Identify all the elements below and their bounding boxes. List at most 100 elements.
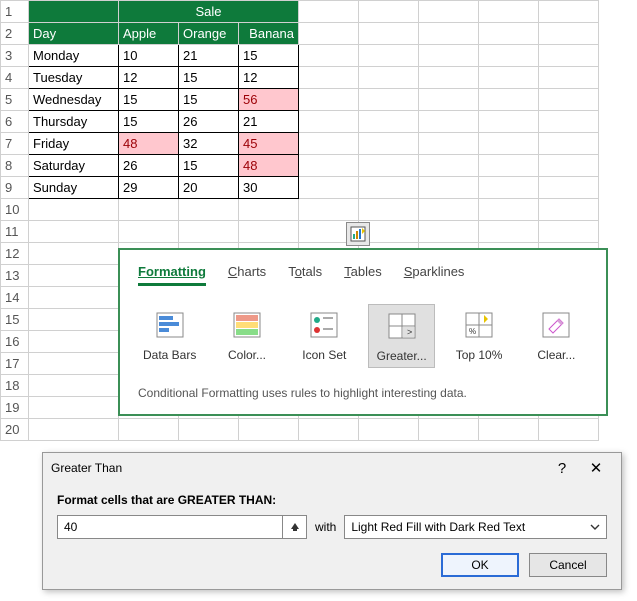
cell[interactable] bbox=[29, 1, 119, 23]
cell[interactable] bbox=[239, 419, 299, 441]
tab-tables[interactable]: Tables bbox=[344, 264, 382, 286]
cell[interactable] bbox=[359, 67, 419, 89]
qa-item-clear[interactable]: Clear... bbox=[523, 304, 590, 368]
tab-sparklines[interactable]: Sparklines bbox=[404, 264, 465, 286]
qa-item-top10[interactable]: % Top 10% bbox=[445, 304, 512, 368]
cell[interactable] bbox=[299, 45, 359, 67]
qa-item-greater[interactable]: > Greater... bbox=[368, 304, 435, 368]
row-header[interactable]: 17 bbox=[1, 353, 29, 375]
cell-banana[interactable]: 56 bbox=[239, 89, 299, 111]
quick-analysis-button[interactable] bbox=[346, 222, 370, 246]
cell[interactable] bbox=[419, 133, 479, 155]
cell[interactable] bbox=[29, 309, 119, 331]
cell[interactable] bbox=[479, 111, 539, 133]
cell[interactable] bbox=[359, 177, 419, 199]
cell-orange[interactable]: 15 bbox=[179, 89, 239, 111]
cell[interactable] bbox=[539, 89, 599, 111]
dialog-close-button[interactable]: ✕ bbox=[579, 459, 613, 477]
cell[interactable] bbox=[29, 287, 119, 309]
cell[interactable] bbox=[479, 133, 539, 155]
cell[interactable] bbox=[419, 419, 479, 441]
cell[interactable] bbox=[29, 353, 119, 375]
dialog-help-button[interactable]: ? bbox=[545, 460, 579, 477]
cell-apple[interactable]: 15 bbox=[119, 111, 179, 133]
tab-formatting[interactable]: Formatting bbox=[138, 264, 206, 286]
row-header[interactable]: 1 bbox=[1, 1, 29, 23]
cell[interactable] bbox=[419, 155, 479, 177]
cell[interactable] bbox=[539, 177, 599, 199]
cell[interactable] bbox=[239, 199, 299, 221]
row-header[interactable]: 13 bbox=[1, 265, 29, 287]
cell[interactable] bbox=[539, 1, 599, 23]
row-header[interactable]: 6 bbox=[1, 111, 29, 133]
cell-orange[interactable]: 20 bbox=[179, 177, 239, 199]
cell[interactable] bbox=[299, 419, 359, 441]
cell[interactable] bbox=[419, 67, 479, 89]
cell[interactable] bbox=[479, 221, 539, 243]
cell[interactable] bbox=[29, 331, 119, 353]
cell[interactable] bbox=[29, 221, 119, 243]
cell[interactable] bbox=[479, 419, 539, 441]
cell[interactable] bbox=[479, 23, 539, 45]
qa-item-databars[interactable]: Data Bars bbox=[136, 304, 203, 368]
cell-day[interactable]: Sunday bbox=[29, 177, 119, 199]
cell[interactable] bbox=[539, 221, 599, 243]
row-header[interactable]: 10 bbox=[1, 199, 29, 221]
tab-totals[interactable]: Totals bbox=[288, 264, 322, 286]
cell[interactable] bbox=[359, 155, 419, 177]
cell[interactable] bbox=[359, 199, 419, 221]
cell-orange[interactable]: 32 bbox=[179, 133, 239, 155]
cell-day[interactable]: Friday bbox=[29, 133, 119, 155]
cell[interactable] bbox=[299, 133, 359, 155]
cell[interactable] bbox=[119, 221, 179, 243]
cell[interactable] bbox=[419, 1, 479, 23]
cell[interactable] bbox=[419, 23, 479, 45]
cell[interactable] bbox=[179, 419, 239, 441]
cell-day[interactable]: Monday bbox=[29, 45, 119, 67]
col-orange[interactable]: Orange bbox=[179, 23, 239, 45]
cell-apple[interactable]: 26 bbox=[119, 155, 179, 177]
cell[interactable] bbox=[479, 67, 539, 89]
row-header[interactable]: 2 bbox=[1, 23, 29, 45]
cell[interactable] bbox=[419, 221, 479, 243]
row-header[interactable]: 8 bbox=[1, 155, 29, 177]
cell[interactable] bbox=[419, 89, 479, 111]
cell-banana[interactable]: 15 bbox=[239, 45, 299, 67]
row-header[interactable]: 3 bbox=[1, 45, 29, 67]
col-apple[interactable]: Apple bbox=[119, 23, 179, 45]
cell-banana[interactable]: 45 bbox=[239, 133, 299, 155]
cell-apple[interactable]: 29 bbox=[119, 177, 179, 199]
sale-header[interactable]: Sale bbox=[119, 1, 299, 23]
cell[interactable] bbox=[29, 375, 119, 397]
row-header[interactable]: 16 bbox=[1, 331, 29, 353]
cell[interactable] bbox=[299, 67, 359, 89]
cell-apple[interactable]: 15 bbox=[119, 89, 179, 111]
cell[interactable] bbox=[479, 177, 539, 199]
cell-banana[interactable]: 48 bbox=[239, 155, 299, 177]
qa-item-iconset[interactable]: Icon Set bbox=[291, 304, 358, 368]
row-header[interactable]: 20 bbox=[1, 419, 29, 441]
cell[interactable] bbox=[29, 419, 119, 441]
cell-banana[interactable]: 21 bbox=[239, 111, 299, 133]
cell[interactable] bbox=[539, 419, 599, 441]
cell[interactable] bbox=[539, 133, 599, 155]
cell[interactable] bbox=[359, 45, 419, 67]
row-header[interactable]: 4 bbox=[1, 67, 29, 89]
cell[interactable] bbox=[29, 265, 119, 287]
cell[interactable] bbox=[239, 221, 299, 243]
cell[interactable] bbox=[359, 419, 419, 441]
cell[interactable] bbox=[119, 199, 179, 221]
cell-day[interactable]: Saturday bbox=[29, 155, 119, 177]
cell[interactable] bbox=[539, 45, 599, 67]
format-select[interactable]: Light Red Fill with Dark Red Text bbox=[344, 515, 607, 539]
cell[interactable] bbox=[419, 111, 479, 133]
cell-apple[interactable]: 12 bbox=[119, 67, 179, 89]
cell-orange[interactable]: 15 bbox=[179, 155, 239, 177]
cell[interactable] bbox=[179, 221, 239, 243]
row-header[interactable]: 12 bbox=[1, 243, 29, 265]
cell[interactable] bbox=[479, 155, 539, 177]
cell-orange[interactable]: 21 bbox=[179, 45, 239, 67]
cell[interactable] bbox=[359, 89, 419, 111]
cell[interactable] bbox=[29, 397, 119, 419]
row-header[interactable]: 7 bbox=[1, 133, 29, 155]
